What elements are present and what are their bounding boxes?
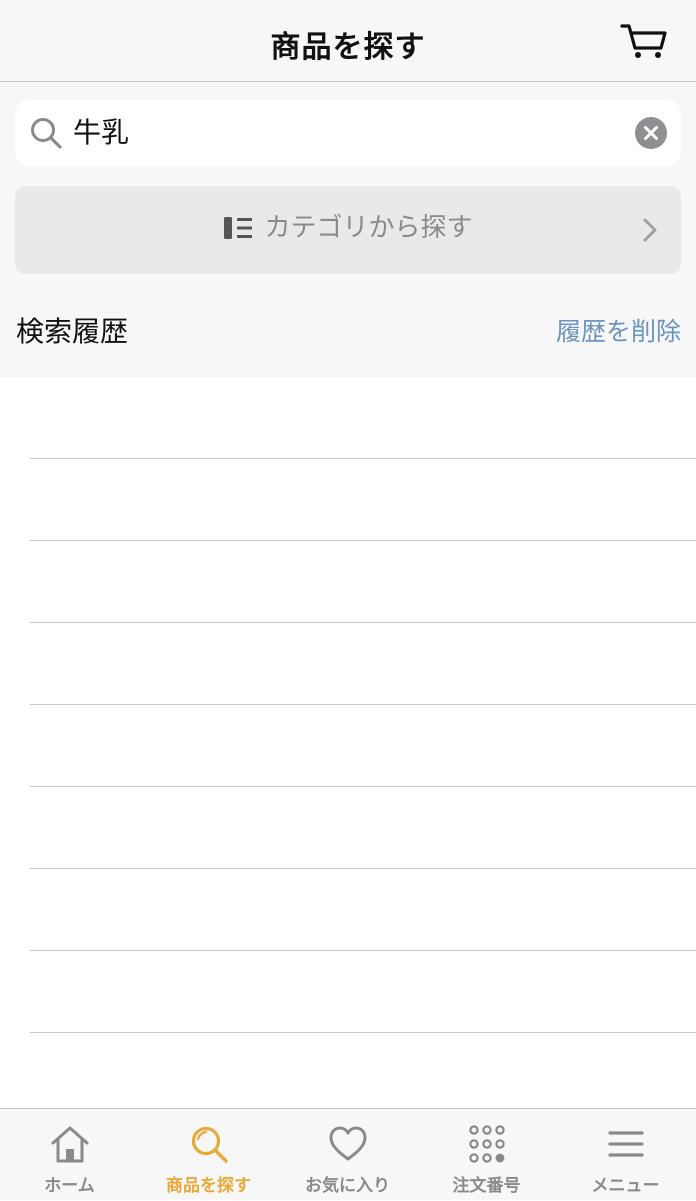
app-header: 商品を探す xyxy=(0,0,696,82)
menu-icon xyxy=(608,1131,644,1157)
category-list-icon xyxy=(224,217,253,239)
history-row[interactable] xyxy=(30,377,696,459)
search-history-list xyxy=(0,377,696,1033)
tab-label: 商品を探す xyxy=(166,1176,251,1196)
chevron-right-icon xyxy=(643,218,657,242)
page-title: 商品を探す xyxy=(270,30,426,65)
tab-label: ホーム xyxy=(44,1176,95,1196)
tab-label: 注文番号 xyxy=(452,1176,521,1196)
search-icon xyxy=(31,118,62,149)
history-row[interactable] xyxy=(30,787,696,869)
home-icon xyxy=(51,1126,89,1163)
tab-menu[interactable]: メニュー xyxy=(556,1109,695,1201)
clear-search-button[interactable] xyxy=(635,117,667,149)
tab-label: メニュー xyxy=(591,1176,660,1196)
tab-label: お気に入り xyxy=(305,1176,390,1196)
search-input-value: 牛乳 xyxy=(73,116,130,149)
history-row[interactable] xyxy=(30,705,696,787)
cart-icon xyxy=(620,24,667,58)
heart-icon xyxy=(329,1126,367,1161)
history-row[interactable] xyxy=(30,541,696,623)
clear-icon xyxy=(644,126,658,140)
bottom-tab-bar: ホーム 商品を探す お気に入り 注文番号 メニュー xyxy=(0,1108,696,1200)
search-icon xyxy=(191,1126,228,1163)
tab-favorites[interactable]: お気に入り xyxy=(278,1109,417,1201)
search-section: 牛乳 カテゴリから探す 検索履歴 履歴を削除 xyxy=(0,82,696,377)
search-history-heading: 検索履歴 xyxy=(16,315,129,348)
clear-history-link[interactable]: 履歴を削除 xyxy=(556,316,681,348)
category-button-label: カテゴリから探す xyxy=(264,213,473,243)
category-button-content: カテゴリから探す xyxy=(15,210,681,246)
browse-by-category-button[interactable]: カテゴリから探す xyxy=(15,186,681,274)
keypad-icon xyxy=(469,1125,505,1163)
cart-button[interactable] xyxy=(620,20,668,60)
tab-order-number[interactable]: 注文番号 xyxy=(417,1109,556,1201)
tab-home[interactable]: ホーム xyxy=(0,1109,139,1201)
history-row[interactable] xyxy=(30,951,696,1033)
history-row[interactable] xyxy=(30,623,696,705)
tab-search[interactable]: 商品を探す xyxy=(139,1109,278,1201)
history-row[interactable] xyxy=(30,459,696,541)
history-row[interactable] xyxy=(30,869,696,951)
search-input[interactable]: 牛乳 xyxy=(15,100,681,166)
